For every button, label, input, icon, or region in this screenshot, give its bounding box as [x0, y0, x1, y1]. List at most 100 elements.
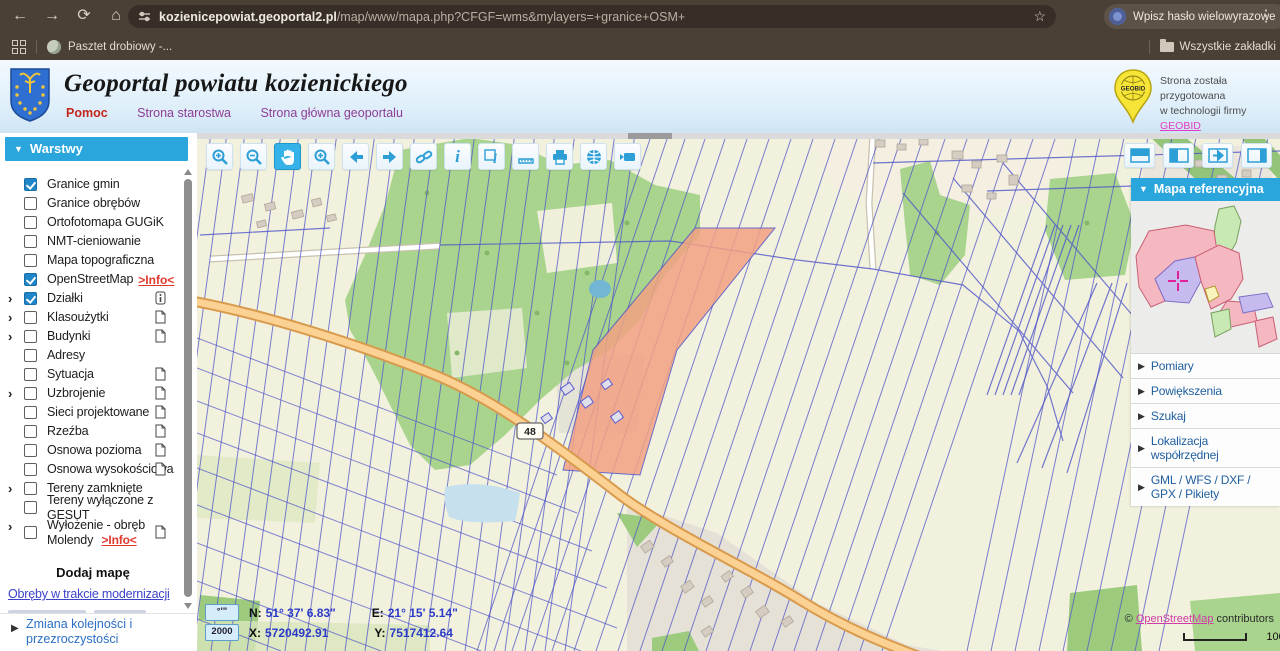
expand-icon[interactable]: › — [8, 328, 24, 345]
legend-icon[interactable] — [155, 386, 166, 400]
zoom-window-button[interactable] — [308, 143, 335, 170]
expand-icon[interactable]: › — [8, 480, 24, 497]
checkbox[interactable] — [24, 387, 37, 400]
modernization-link[interactable]: Obręby w trakcie modernizacji — [8, 587, 182, 601]
expand-icon[interactable]: › — [8, 290, 24, 307]
accordion-pomiary[interactable]: ▶ Pomiary — [1131, 353, 1280, 378]
info-region-button[interactable]: i — [478, 143, 505, 170]
layer-klasouzytki[interactable]: › Klasoużytki — [8, 308, 182, 327]
layer-tereny-wylaczone[interactable]: Tereny wyłączone z GESUT — [8, 493, 182, 522]
layer-dzialki[interactable]: › Działki — [8, 289, 182, 308]
dms-mode-button[interactable]: °'" — [205, 604, 239, 621]
checkbox[interactable] — [24, 526, 37, 539]
checkbox[interactable] — [24, 197, 37, 210]
reload-icon[interactable]: ⟳ — [72, 4, 96, 28]
checkbox[interactable] — [24, 254, 37, 267]
info-link[interactable]: >Info< — [102, 533, 137, 547]
expand-icon[interactable]: › — [8, 309, 24, 326]
osm-link[interactable]: OpenStreetMap — [1136, 613, 1214, 625]
forward-icon[interactable]: → — [40, 4, 64, 28]
camera-button[interactable] — [614, 143, 641, 170]
checkbox[interactable] — [24, 235, 37, 248]
checkbox-checked[interactable] — [24, 292, 37, 305]
print-button[interactable] — [546, 143, 573, 170]
zoom-out-button[interactable] — [240, 143, 267, 170]
accordion-szukaj[interactable]: ▶ Szukaj — [1131, 403, 1280, 428]
layer-nmt[interactable]: NMT-cieniowanie — [8, 232, 182, 251]
checkbox[interactable] — [24, 406, 37, 419]
apps-grid-icon[interactable] — [12, 39, 26, 54]
browser-menu-icon[interactable]: ⋮ — [1258, 4, 1274, 29]
scrollbar-thumb[interactable] — [628, 133, 672, 139]
layers-panel-header[interactable]: ▼ Warstwy — [5, 137, 188, 161]
checkbox-checked[interactable] — [24, 178, 37, 191]
layer-osnowa-wysokosciowa[interactable]: Osnowa wysokościowa — [8, 460, 182, 479]
measure-button[interactable] — [512, 143, 539, 170]
order-opacity-section[interactable]: ▶ Zmiana kolejności i przezroczystości — [0, 613, 197, 651]
accordion-powiekszenia[interactable]: ▶ Powiększenia — [1131, 378, 1280, 403]
back-icon[interactable]: ← — [8, 4, 32, 28]
accordion-lokalizacja[interactable]: ▶ Lokalizacja współrzędnej — [1131, 428, 1280, 467]
zoom-in-button[interactable] — [206, 143, 233, 170]
map-horizontal-scrollbar[interactable] — [197, 133, 1280, 139]
next-view-button[interactable] — [376, 143, 403, 170]
info-link[interactable]: >Info< — [138, 273, 174, 287]
link-button[interactable] — [410, 143, 437, 170]
pan-button[interactable] — [274, 143, 301, 170]
epsg-button[interactable]: 2000 — [205, 624, 239, 641]
sidebar-scrollbar[interactable] — [183, 169, 193, 609]
layer-adresy[interactable]: Adresy — [8, 346, 182, 365]
reference-minimap[interactable] — [1131, 201, 1280, 353]
layer-granice-gmin[interactable]: Granice gmin — [8, 175, 182, 194]
scroll-up-icon[interactable] — [184, 169, 192, 175]
legend-icon[interactable] — [155, 405, 166, 419]
info-button[interactable]: i — [444, 143, 471, 170]
password-suggestion-pill[interactable]: Wpisz hasło wielowyrazowe — [1104, 4, 1280, 29]
scrollbar-thumb[interactable] — [184, 179, 192, 597]
layer-rzezba[interactable]: Rzeźba — [8, 422, 182, 441]
checkbox[interactable] — [24, 501, 37, 514]
checkbox[interactable] — [24, 216, 37, 229]
all-bookmarks-button[interactable]: Wszystkie zakładki — [1180, 41, 1277, 53]
bookmark-star-icon[interactable]: ☆ — [1033, 8, 1046, 25]
checkbox[interactable] — [24, 330, 37, 343]
panel-right-button[interactable] — [1241, 143, 1272, 168]
checkbox[interactable] — [24, 368, 37, 381]
legend-icon[interactable] — [155, 367, 166, 381]
reference-map-header[interactable]: ▼ Mapa referencyjna — [1131, 178, 1280, 201]
starostwo-link[interactable]: Strona starostwa — [137, 106, 231, 120]
checkbox[interactable] — [24, 311, 37, 324]
layer-mapa-topograficzna[interactable]: Mapa topograficzna — [8, 251, 182, 270]
expand-icon[interactable]: › — [8, 518, 24, 535]
layer-wylozenie-molendy[interactable]: › Wyłożenie - obręb Molendy >Info< — [8, 517, 182, 552]
layer-ortofotomapa[interactable]: Ortofotomapa GUGiK — [8, 213, 182, 232]
layer-osnowa-pozioma[interactable]: Osnowa pozioma — [8, 441, 182, 460]
panel-top-button[interactable] — [1124, 143, 1155, 168]
scroll-down-icon[interactable] — [184, 603, 192, 609]
main-site-link[interactable]: Strona główna geoportalu — [260, 106, 402, 120]
metadata-icon[interactable] — [155, 291, 166, 305]
checkbox-checked[interactable] — [24, 273, 37, 286]
legend-icon[interactable] — [155, 310, 166, 324]
map-canvas[interactable]: 48 — [197, 133, 1280, 651]
bookmark-item[interactable]: Pasztet drobiowy -... — [68, 41, 172, 53]
layer-sieci-projektowane[interactable]: Sieci projektowane — [8, 403, 182, 422]
globe-button[interactable] — [580, 143, 607, 170]
accordion-gml-export[interactable]: ▶ GML / WFS / DXF / GPX / Pikiety — [1131, 467, 1280, 506]
checkbox[interactable] — [24, 425, 37, 438]
address-bar[interactable]: kozienicepowiat.geoportal2.pl/map/www/ma… — [128, 5, 1056, 28]
checkbox[interactable] — [24, 482, 37, 495]
site-settings-icon[interactable] — [138, 10, 151, 23]
layer-sytuacja[interactable]: Sytuacja — [8, 365, 182, 384]
legend-icon[interactable] — [155, 462, 166, 476]
legend-icon[interactable] — [155, 329, 166, 343]
home-icon[interactable]: ⌂ — [104, 4, 128, 28]
layer-budynki[interactable]: › Budynki — [8, 327, 182, 346]
legend-icon[interactable] — [155, 443, 166, 457]
help-link[interactable]: Pomoc — [66, 106, 108, 120]
layer-granice-obrebow[interactable]: Granice obrębów — [8, 194, 182, 213]
checkbox[interactable] — [24, 463, 37, 476]
previous-view-button[interactable] — [342, 143, 369, 170]
expand-icon[interactable]: › — [8, 385, 24, 402]
map-viewport[interactable]: 48 i i ▼ Mapa referencyjna ▶ Pomiary ▶ P… — [197, 133, 1280, 651]
